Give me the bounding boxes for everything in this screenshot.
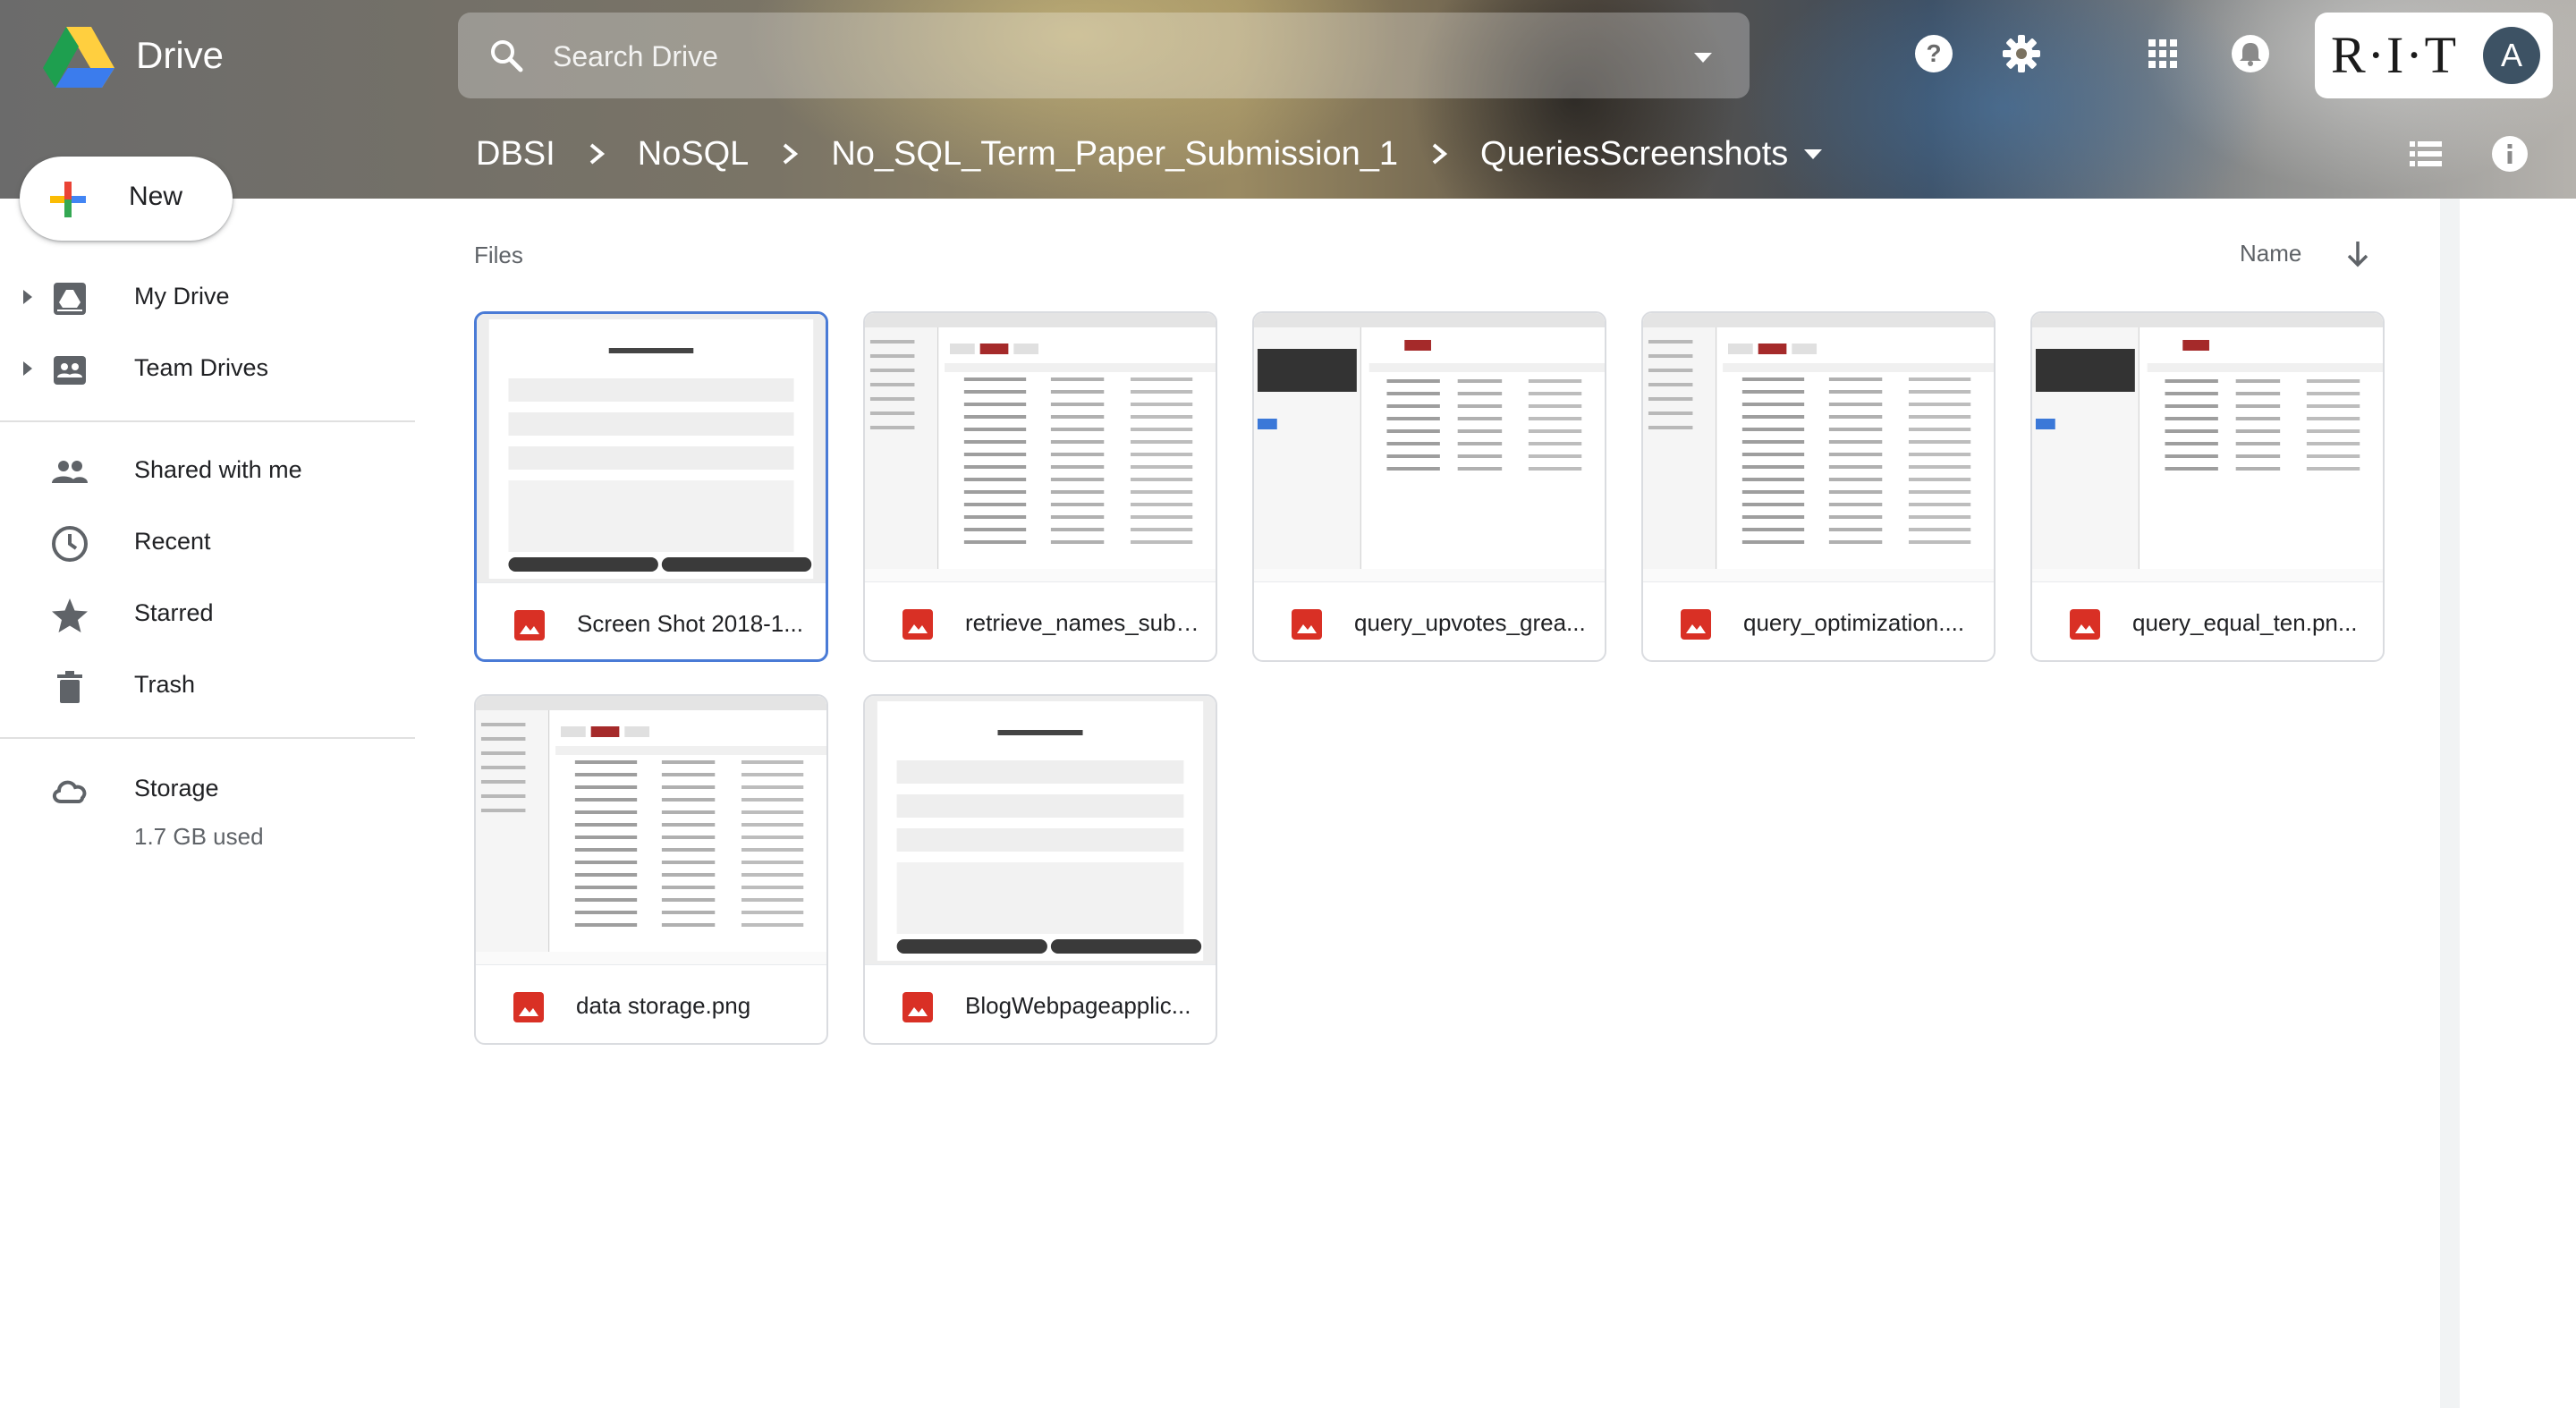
breadcrumb-item[interactable]: DBSI xyxy=(476,135,555,174)
file-card[interactable]: BlogWebpageapplic... xyxy=(863,694,1217,1045)
sidebar-item-my-drive[interactable]: My Drive xyxy=(0,261,413,333)
folder-menu-caret-icon[interactable] xyxy=(1801,141,1826,166)
file-card[interactable]: query_upvotes_grea... xyxy=(1252,311,1606,662)
notifications-bell-icon[interactable] xyxy=(2229,32,2272,75)
new-button-label: New xyxy=(129,182,183,211)
arrow-down-sort-icon[interactable] xyxy=(2338,234,2377,274)
file-name: query_equal_ten.pn... xyxy=(2132,609,2358,636)
file-card-footer[interactable]: retrieve_names_subj... xyxy=(865,581,1216,660)
team-drives-icon xyxy=(54,356,86,385)
my-drive-icon xyxy=(54,283,86,315)
sidebar-item-label: Recent xyxy=(134,528,211,555)
sidebar-item-trash[interactable]: Trash xyxy=(0,649,413,721)
files-section-title: Files xyxy=(474,242,523,268)
sidebar-item-shared-with-me[interactable]: Shared with me xyxy=(0,435,413,506)
top-bar: Drive ? xyxy=(0,0,2576,199)
image-file-icon xyxy=(1681,609,1711,640)
search-icon[interactable] xyxy=(485,34,528,77)
file-card-footer[interactable]: BlogWebpageapplic... xyxy=(865,964,1216,1043)
image-file-icon xyxy=(514,610,545,640)
image-file-icon xyxy=(902,992,933,1022)
file-thumbnail[interactable] xyxy=(2032,313,2383,581)
expand-arrow-icon[interactable] xyxy=(20,288,36,306)
breadcrumb-item[interactable]: No_SQL_Term_Paper_Submission_1 xyxy=(831,135,1398,174)
file-thumbnail[interactable] xyxy=(1254,313,1605,581)
breadcrumb-current-folder[interactable]: QueriesScreenshots xyxy=(1480,135,1788,174)
sidebar-item-label: My Drive xyxy=(134,283,230,310)
sidebar-item-recent[interactable]: Recent xyxy=(0,506,413,578)
expand-arrow-icon[interactable] xyxy=(20,360,36,377)
file-card[interactable]: query_equal_ten.pn... xyxy=(2030,311,2385,662)
file-name: query_optimization.... xyxy=(1743,609,1965,636)
info-icon[interactable] xyxy=(2488,132,2531,175)
file-thumbnail[interactable] xyxy=(476,696,826,964)
chevron-right-icon xyxy=(784,143,799,165)
file-name: data storage.png xyxy=(576,992,751,1019)
breadcrumb-item[interactable]: NoSQL xyxy=(638,135,750,174)
storage-used-text: 1.7 GB used xyxy=(134,823,264,850)
file-card-footer[interactable]: query_optimization.... xyxy=(1643,581,1994,660)
image-file-icon xyxy=(902,609,933,640)
file-card-footer[interactable]: Screen Shot 2018-1... xyxy=(477,582,826,659)
sidebar-item-storage[interactable]: Storage xyxy=(0,753,413,825)
apps-grid-icon[interactable] xyxy=(2141,32,2184,75)
search-bar[interactable] xyxy=(458,13,1750,98)
file-thumbnail[interactable] xyxy=(865,696,1216,964)
file-card-footer[interactable]: query_equal_ten.pn... xyxy=(2032,581,2383,660)
sidebar-divider xyxy=(0,737,415,739)
file-card-footer[interactable]: query_upvotes_grea... xyxy=(1254,581,1605,660)
file-thumbnail[interactable] xyxy=(865,313,1216,581)
organization-logo[interactable]: R·I·T A xyxy=(2315,13,2553,98)
new-button[interactable]: New xyxy=(20,157,233,241)
star-icon xyxy=(52,598,88,632)
account-avatar[interactable]: A xyxy=(2483,27,2540,84)
sidebar-item-label: Trash xyxy=(134,671,196,698)
sidebar-item-team-drives[interactable]: Team Drives xyxy=(0,333,413,404)
app-name[interactable]: Drive xyxy=(136,34,224,77)
clock-icon xyxy=(52,526,88,562)
help-icon[interactable]: ? xyxy=(1912,32,1955,75)
list-view-icon[interactable] xyxy=(2404,132,2447,175)
search-options-icon[interactable] xyxy=(1690,45,1716,70)
file-name: retrieve_names_subj... xyxy=(965,609,1199,636)
file-card[interactable]: retrieve_names_subj... xyxy=(863,311,1217,662)
sidebar-divider xyxy=(0,420,415,422)
sidebar-item-label: Shared with me xyxy=(134,456,302,483)
file-card[interactable]: Screen Shot 2018-1... xyxy=(474,311,828,662)
file-name: BlogWebpageapplic... xyxy=(965,992,1191,1019)
image-file-icon xyxy=(2070,609,2100,640)
cloud-icon xyxy=(53,780,87,803)
chevron-right-icon xyxy=(589,143,605,165)
svg-text:?: ? xyxy=(1926,39,1941,67)
organization-logo-text: R·I·T xyxy=(2331,26,2459,84)
plus-icon xyxy=(50,182,86,217)
image-file-icon xyxy=(1292,609,1322,640)
sidebar-item-label: Team Drives xyxy=(134,354,269,381)
image-file-icon xyxy=(513,992,544,1022)
search-input[interactable] xyxy=(551,34,1628,79)
sidebar-item-starred[interactable]: Starred xyxy=(0,578,413,649)
file-thumbnail[interactable] xyxy=(477,314,826,582)
trash-icon xyxy=(57,671,82,703)
sort-by-name-button[interactable]: Name xyxy=(2240,240,2301,267)
file-thumbnail[interactable] xyxy=(1643,313,1994,581)
breadcrumb: DBSI NoSQL No_SQL_Term_Paper_Submission_… xyxy=(476,132,1826,175)
file-card-footer[interactable]: data storage.png xyxy=(476,964,826,1043)
people-icon xyxy=(52,461,88,483)
sidebar-item-label: Starred xyxy=(134,599,214,626)
settings-gear-icon[interactable] xyxy=(2000,32,2043,75)
file-name: query_upvotes_grea... xyxy=(1354,609,1586,636)
file-card[interactable]: query_optimization.... xyxy=(1641,311,1996,662)
chevron-right-icon xyxy=(1432,143,1448,165)
scrollbar[interactable] xyxy=(2440,199,2460,1408)
drive-logo-icon[interactable] xyxy=(43,25,114,88)
file-name: Screen Shot 2018-1... xyxy=(577,610,803,637)
file-card[interactable]: data storage.png xyxy=(474,694,828,1045)
sidebar-item-label: Storage xyxy=(134,775,219,802)
